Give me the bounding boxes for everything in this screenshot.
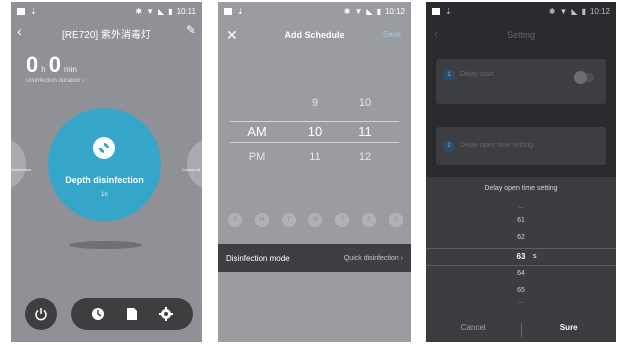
status-bar: ⇣ ✱ ▼ ◣ ▮ 10:11: [11, 2, 202, 20]
status-time: 10:12: [589, 6, 610, 16]
gallery-icon: [17, 7, 25, 15]
picker-divider-bottom: [230, 142, 399, 143]
bluetooth-icon: ✱: [548, 6, 556, 16]
signal-icon: ◣: [366, 6, 373, 16]
setting-card-delay-start[interactable]: 1 Delay start: [436, 59, 606, 104]
duration-hours-unit: h: [41, 65, 46, 74]
picker-divider-top: [426, 248, 616, 249]
option[interactable]: 61: [426, 217, 616, 224]
wifi-icon: ▼: [146, 6, 154, 16]
settings-gear-icon[interactable]: [158, 307, 173, 321]
usb-icon: ⇣: [30, 6, 37, 16]
minute-dim: -: [363, 82, 367, 89]
dialog-buttons: Cancel Sure: [426, 323, 616, 337]
duration-display: 0 h 0 min: [26, 52, 77, 78]
mode-selector-circle[interactable]: [48, 108, 161, 221]
page-title: Setting: [506, 30, 536, 40]
power-button[interactable]: [25, 298, 57, 330]
duration-label-link[interactable]: Disinfection duration ›: [26, 78, 84, 84]
mode-duration: 1h: [101, 192, 108, 198]
right-mode-circle[interactable]: [187, 139, 202, 189]
hour-above[interactable]: 9: [303, 97, 327, 109]
usb-icon: ⇣: [237, 6, 244, 16]
setting-number: 2: [443, 140, 455, 152]
minute-below[interactable]: 12: [353, 151, 377, 163]
clock-icon[interactable]: [91, 307, 105, 321]
day-toggle[interactable]: T: [281, 213, 296, 227]
option[interactable]: 62: [426, 234, 616, 241]
usb-icon: ⇣: [445, 6, 452, 16]
wifi-icon: ▼: [354, 6, 363, 16]
status-time: 10:12: [384, 6, 405, 16]
selected-unit: s: [533, 253, 537, 260]
day-toggle[interactable]: S: [388, 213, 403, 227]
left-mode-label: disinfection: [11, 167, 32, 172]
duration-hours: 0: [26, 52, 39, 77]
mode-title: Depth disinfection: [65, 175, 144, 185]
picker-divider-top: [230, 121, 399, 122]
delay-time-dialog: Delay open time setting — 61 62 63 s 64 …: [426, 177, 616, 342]
sure-button[interactable]: Sure: [522, 323, 617, 337]
setting-screen: ⇣ ✱ ▼ ◣ ▮ 10:12 ‹ Setting 1 Delay start …: [426, 2, 616, 342]
gallery-icon: [224, 7, 232, 15]
bottom-toolbar: [71, 298, 193, 330]
day-toggle[interactable]: T: [335, 213, 350, 227]
edit-icon[interactable]: ✎: [186, 23, 196, 37]
gallery-icon: [432, 7, 440, 15]
setting-label: Delay start: [460, 71, 494, 78]
ampm-pm[interactable]: PM: [243, 151, 271, 163]
disinfection-mode-row[interactable]: Disinfection mode Quick disinfection ›: [218, 244, 411, 272]
status-bar: ⇣ ✱ ▼ ◣ ▮ 10:12: [426, 2, 616, 20]
minute-above[interactable]: 10: [353, 97, 377, 109]
setting-card-delay-time[interactable]: 2 Delay open time setting: [436, 127, 606, 165]
option[interactable]: 64: [426, 270, 616, 277]
circle-shadow: [69, 241, 142, 249]
day-toggle[interactable]: W: [308, 213, 323, 227]
page-title: [RE720] 紫外消毒灯: [62, 29, 151, 41]
add-schedule-screen: ⇣ ✱ ▼ ◣ ▮ 10:12 ✕ Add Schedule Save - - …: [218, 2, 411, 342]
ampm-am[interactable]: AM: [243, 124, 271, 139]
duration-minutes-unit: min: [63, 65, 77, 74]
mode-label: Disinfection mode: [226, 253, 290, 263]
signal-icon: ◣: [158, 6, 165, 16]
cancel-button[interactable]: Cancel: [426, 323, 521, 337]
option-selected[interactable]: 63: [426, 252, 616, 261]
minute-selected[interactable]: 11: [353, 124, 377, 139]
device-control-screen: ⇣ ✱ ▼ ◣ ▮ 10:11 ‹ [RE720] 紫外消毒灯 ✎ 0 h 0 …: [11, 2, 202, 342]
time-picker[interactable]: - - 9 10 AM 10 11 PM 11 12: [218, 72, 411, 182]
option[interactable]: —: [426, 205, 616, 211]
save-button[interactable]: Save: [383, 30, 401, 39]
disinfection-mode-icon: [93, 137, 115, 159]
day-toggle[interactable]: F: [362, 213, 377, 227]
power-icon: [35, 308, 47, 321]
weekday-selector: S M T W T F S: [228, 213, 403, 227]
delay-start-toggle[interactable]: [574, 71, 594, 84]
dialog-title: Delay open time setting: [484, 185, 558, 192]
battery-icon: ▮: [168, 6, 173, 16]
hour-below[interactable]: 11: [303, 151, 327, 163]
signal-icon: ◣: [571, 6, 578, 16]
day-toggle[interactable]: M: [254, 213, 269, 227]
left-mode-circle[interactable]: [11, 139, 26, 189]
mode-value: Quick disinfection ›: [343, 254, 403, 262]
duration-minutes: 0: [48, 52, 61, 77]
bluetooth-icon: ✱: [343, 6, 351, 16]
battery-icon: ▮: [376, 6, 381, 16]
option[interactable]: 65: [426, 287, 616, 294]
setting-number: 1: [443, 69, 455, 81]
bluetooth-icon: ✱: [135, 6, 143, 16]
hour-dim: -: [313, 82, 317, 89]
hour-selected[interactable]: 10: [303, 124, 327, 139]
picker-divider-bottom: [426, 265, 616, 266]
battery-icon: ▮: [581, 6, 586, 16]
setting-label: Delay open time setting: [460, 142, 534, 149]
status-time: 10:11: [176, 6, 196, 16]
option[interactable]: —: [426, 300, 616, 306]
day-toggle[interactable]: S: [228, 213, 242, 227]
right-mode-label: Custom di: [181, 167, 200, 172]
status-bar: ⇣ ✱ ▼ ◣ ▮ 10:12: [218, 2, 411, 20]
document-icon[interactable]: [126, 307, 138, 321]
wifi-icon: ▼: [559, 6, 568, 16]
